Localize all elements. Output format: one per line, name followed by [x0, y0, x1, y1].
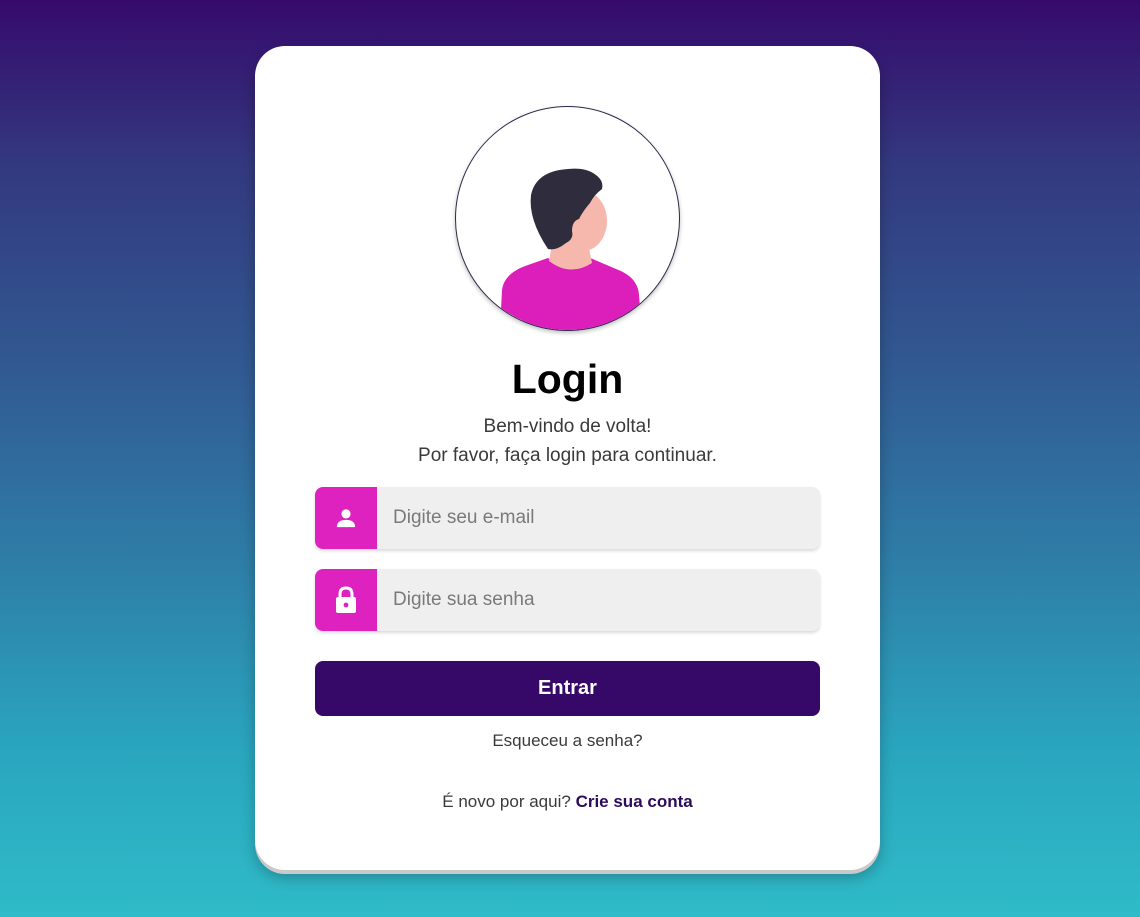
login-button[interactable]: Entrar: [315, 661, 820, 716]
login-card: Login Bem-vindo de volta! Por favor, faç…: [255, 46, 880, 870]
person-avatar-icon: [500, 168, 642, 330]
welcome-line: Bem-vindo de volta!: [483, 416, 652, 437]
signup-prompt: É novo por aqui? Crie sua conta: [255, 791, 880, 813]
user-icon: [315, 487, 377, 549]
signup-link[interactable]: Crie sua conta: [576, 792, 693, 811]
page-title: Login: [511, 356, 624, 402]
welcome-text: Bem-vindo de volta! Por favor, faça logi…: [255, 412, 880, 470]
email-input[interactable]: [377, 487, 820, 549]
instruction-line: Por favor, faça login para continuar.: [418, 445, 717, 466]
password-input[interactable]: [377, 569, 820, 631]
signup-prompt-text: É novo por aqui?: [442, 792, 571, 811]
email-field-group: [315, 487, 820, 549]
lock-icon: [315, 569, 377, 631]
avatar: [455, 106, 680, 331]
forgot-password-link[interactable]: Esqueceu a senha?: [255, 730, 880, 752]
password-field-group: [315, 569, 820, 631]
